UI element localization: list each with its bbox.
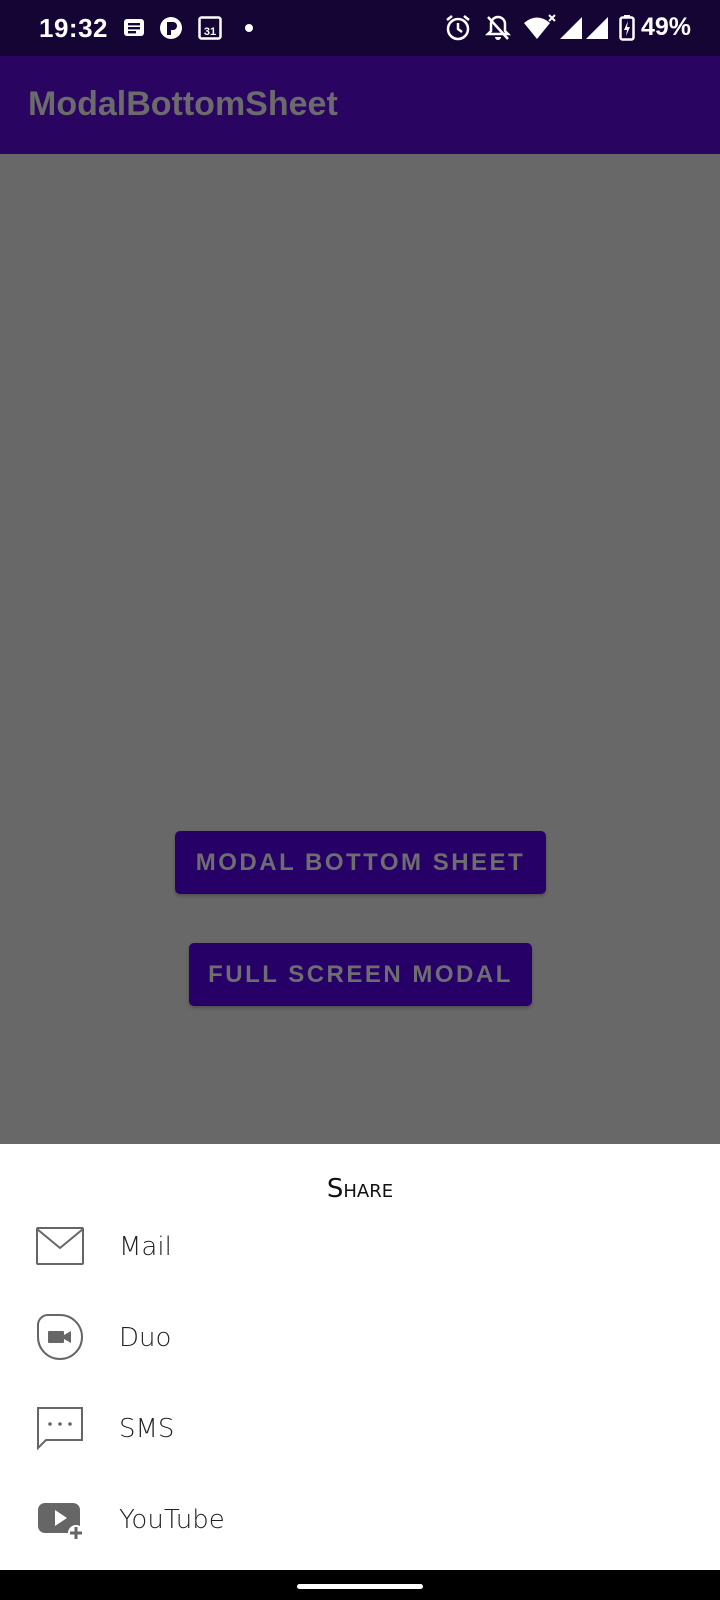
wifi-icon bbox=[524, 14, 556, 39]
dot-icon bbox=[245, 24, 253, 32]
share-item-label: SMS bbox=[119, 1414, 175, 1444]
status-bar: 19:32 31 49% bbox=[0, 0, 720, 56]
share-item-mail[interactable]: Mail bbox=[0, 1202, 720, 1292]
modal-bottom-sheet-button[interactable]: MODAL BOTTOM SHEET bbox=[175, 831, 546, 894]
sheet-title: Share bbox=[326, 1174, 394, 1204]
battery-icon bbox=[619, 15, 635, 41]
alarm-icon bbox=[446, 15, 470, 41]
messages-icon bbox=[124, 19, 144, 36]
share-item-youtube[interactable]: YouTube bbox=[0, 1475, 720, 1565]
status-time: 19:32 bbox=[39, 13, 108, 43]
app-notification-icon bbox=[160, 17, 182, 39]
share-item-label: YouTube bbox=[119, 1505, 225, 1535]
dimmed-content[interactable]: MODAL BOTTOM SHEET FULL SCREEN MODAL bbox=[0, 154, 720, 1144]
full-screen-modal-button[interactable]: FULL SCREEN MODAL bbox=[189, 943, 532, 1006]
mail-icon bbox=[36, 1227, 84, 1265]
navigation-bar bbox=[0, 1570, 720, 1600]
bell-off-icon bbox=[484, 15, 512, 40]
sms-icon bbox=[37, 1407, 83, 1451]
app-bar: ModalBottomSheet bbox=[0, 56, 720, 154]
share-bottom-sheet: Share Mail Duo SMS YouTube bbox=[0, 1144, 720, 1570]
share-item-sms[interactable]: SMS bbox=[0, 1384, 720, 1474]
app-title: ModalBottomSheet bbox=[28, 85, 338, 123]
battery-percent: 49% bbox=[641, 13, 692, 41]
youtube-icon bbox=[38, 1503, 84, 1541]
svg-text:31: 31 bbox=[204, 26, 216, 38]
share-item-label: Mail bbox=[119, 1232, 172, 1262]
signal-icon bbox=[560, 17, 582, 39]
signal-icon bbox=[586, 17, 608, 39]
home-gesture-handle[interactable] bbox=[297, 1584, 423, 1589]
duo-icon bbox=[37, 1314, 83, 1360]
share-item-label: Duo bbox=[119, 1323, 172, 1353]
share-item-duo[interactable]: Duo bbox=[0, 1293, 720, 1383]
calendar-icon: 31 bbox=[198, 16, 222, 40]
